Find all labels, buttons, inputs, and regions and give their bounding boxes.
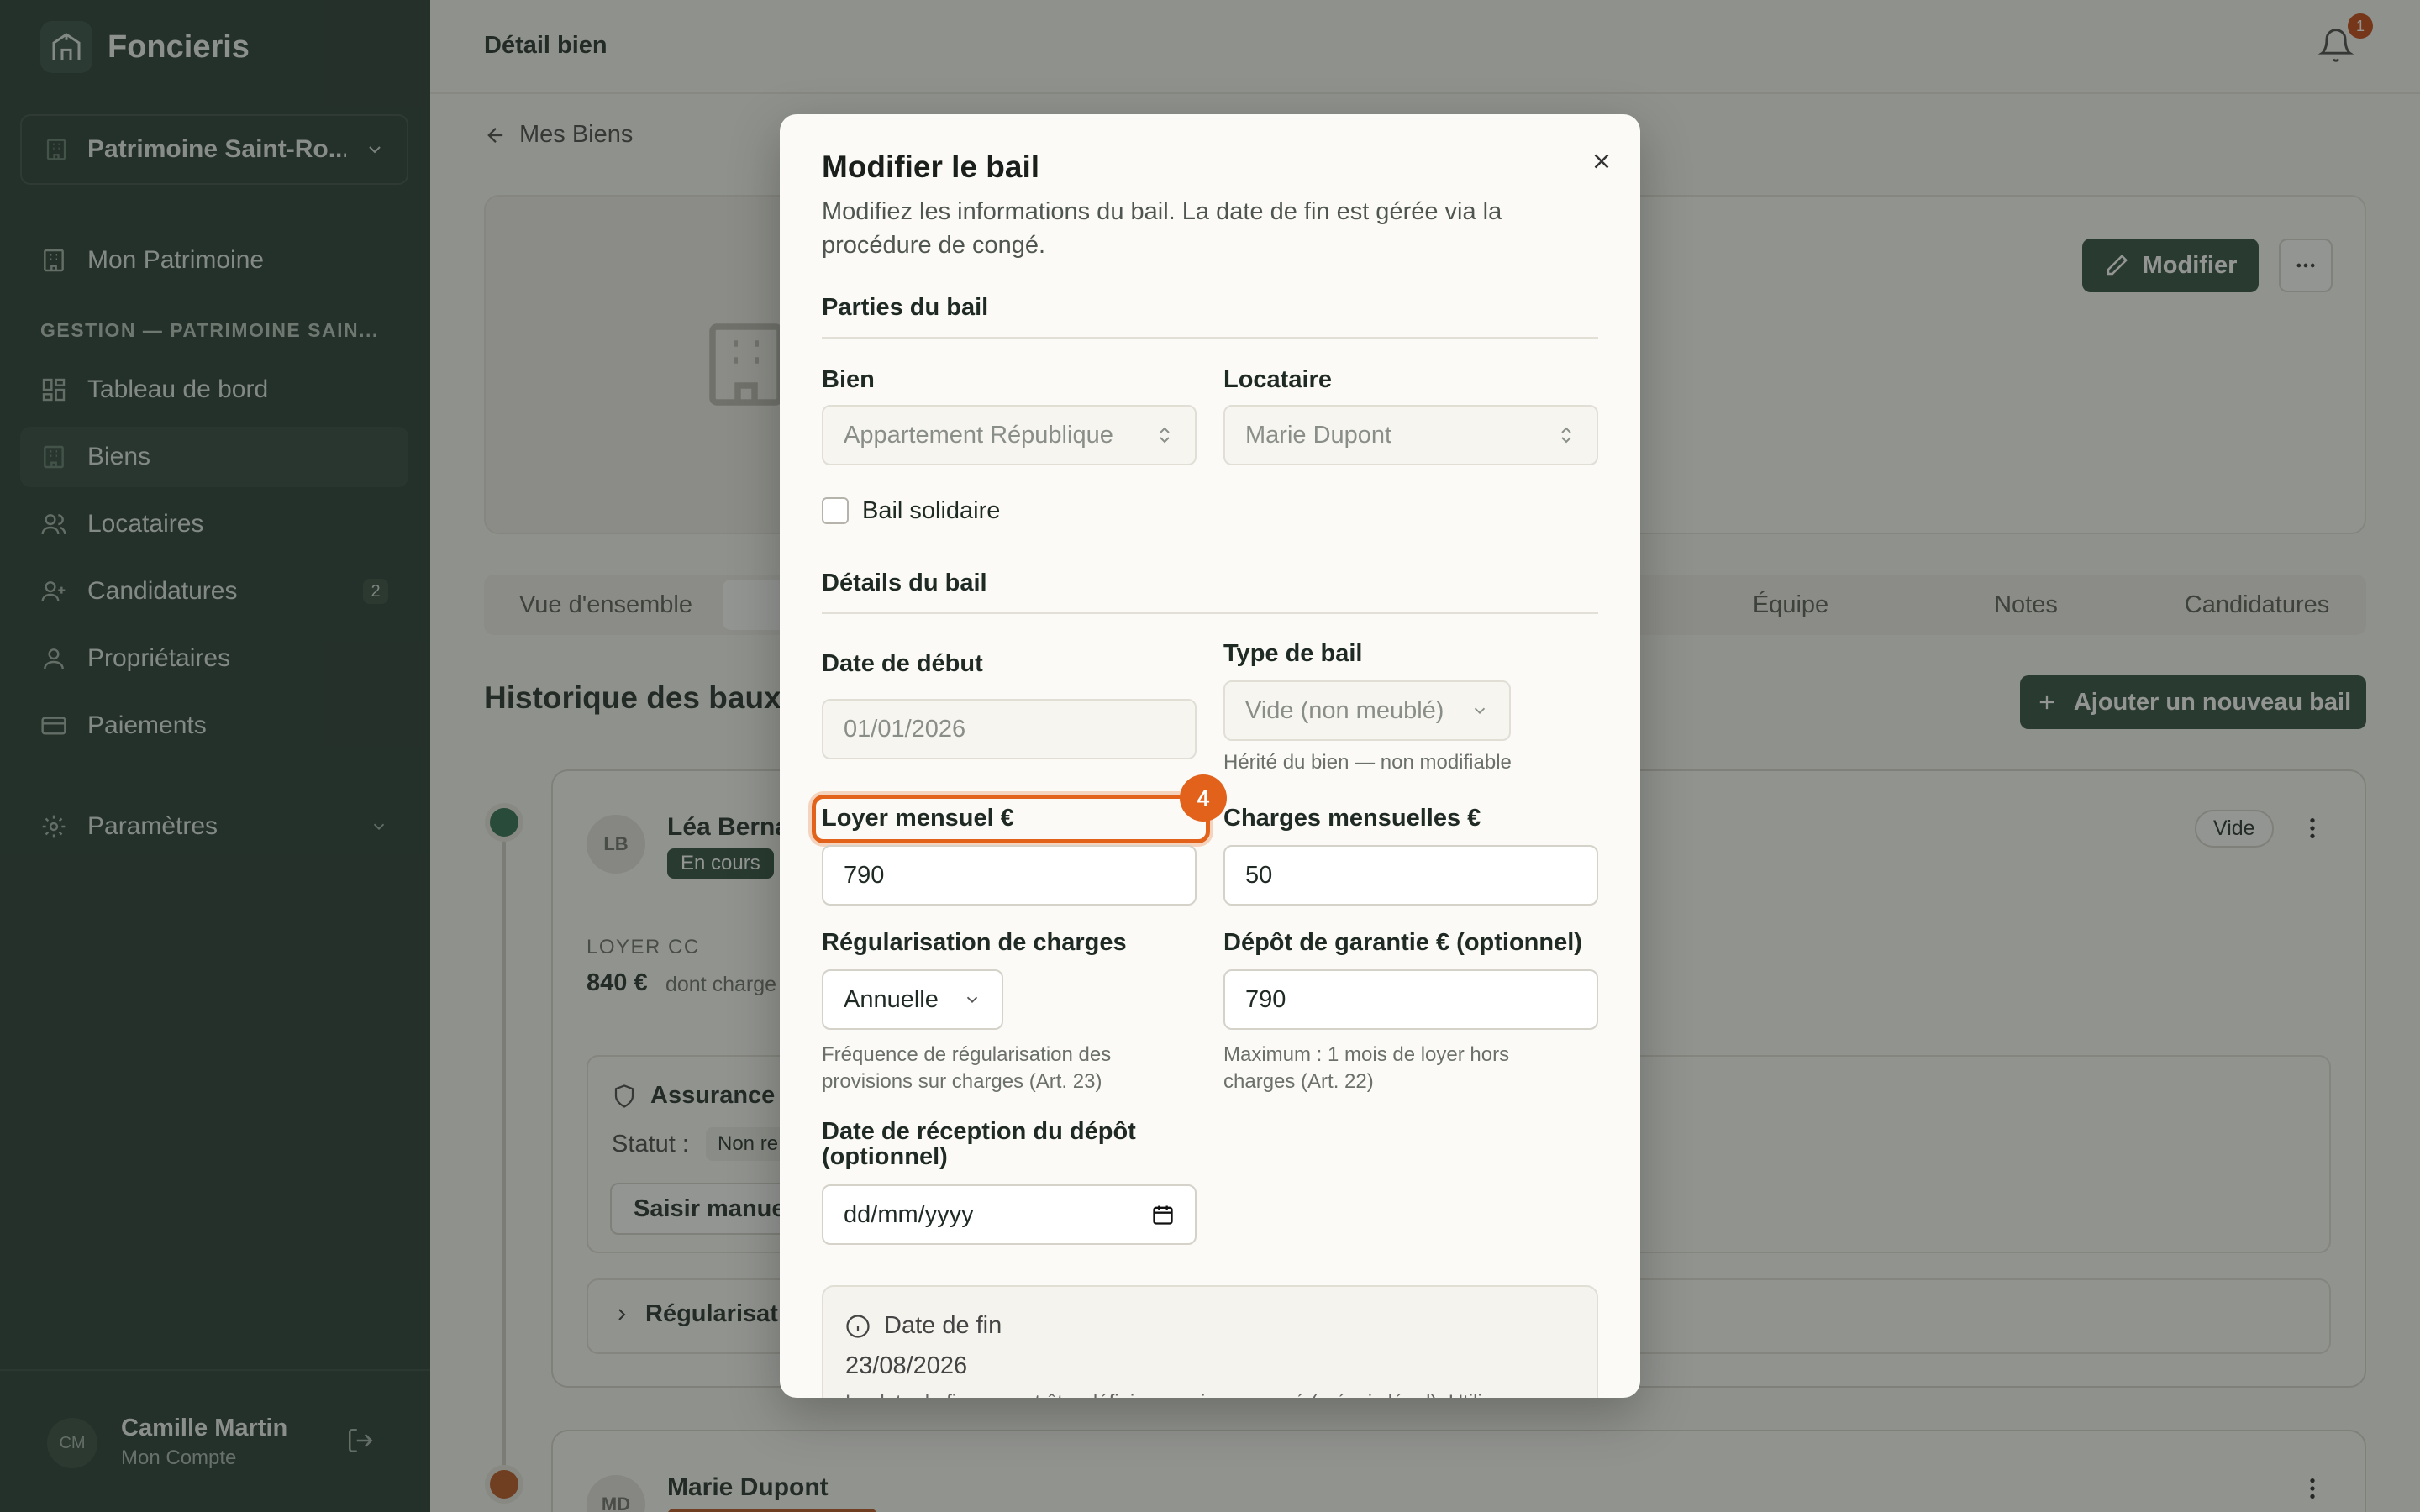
type-bail-value: Vide (non meublé) (1245, 696, 1444, 724)
charges-label: Charges mensuelles € (1223, 805, 1481, 832)
type-bail-label: Type de bail (1223, 640, 1363, 667)
dialog-title: Modifier le bail (822, 150, 1040, 184)
end-date-value: 23/08/2026 (845, 1352, 968, 1379)
bail-solidaire-checkbox[interactable] (822, 497, 849, 524)
charges-value: 50 (1245, 861, 1273, 889)
bail-solidaire-label: Bail solidaire (862, 497, 1001, 524)
chevron-up-down-icon (1160, 427, 1170, 444)
loyer-label: Loyer mensuel € (822, 805, 1014, 832)
depot-input[interactable]: 790 (1223, 969, 1598, 1030)
dialog-description: Modifiez les informations du bail. La da… (822, 198, 1502, 259)
section-heading: Parties du bail (822, 294, 1598, 339)
bien-label: Bien (822, 366, 875, 393)
type-bail-select[interactable]: Vide (non meublé) (1223, 680, 1511, 741)
end-date-heading: Date de fin (845, 1312, 1002, 1340)
bien-value: Appartement République (844, 421, 1113, 449)
chevron-down-icon (966, 996, 978, 1004)
date-debut-input[interactable]: 01/01/2026 (822, 699, 1197, 759)
type-bail-help: Hérité du bien — non modifiable (1223, 751, 1512, 774)
date-debut-value: 01/01/2026 (844, 715, 966, 743)
end-date-note: La date de fin ne peut être définie que … (845, 1391, 1513, 1398)
regularisation-select[interactable]: Annuelle (822, 969, 1003, 1030)
chevron-down-icon (1474, 707, 1486, 715)
close-icon[interactable] (1585, 144, 1618, 178)
depot-help: Maximum : 1 mois de loyer hors charges (… (1223, 1043, 1510, 1093)
depot-label: Dépôt de garantie € (optionnel) (1223, 929, 1582, 956)
bien-select[interactable]: Appartement République (822, 405, 1197, 465)
step-badge: 4 (1180, 774, 1227, 822)
regularisation-value: Annuelle (844, 985, 939, 1013)
section-heading: Détails du bail (822, 570, 1598, 614)
info-icon (846, 1314, 870, 1338)
end-date-info-box: Date de fin 23/08/2026 La date de fin ne… (822, 1285, 1598, 1398)
end-date-label: Date de fin (884, 1312, 1002, 1339)
charges-input[interactable]: 50 (1223, 845, 1598, 906)
reception-date-input[interactable]: dd/mm/yyyy (822, 1184, 1197, 1245)
regularisation-help: Fréquence de régularisation des provisio… (822, 1043, 1112, 1093)
reception-placeholder: dd/mm/yyyy (844, 1200, 974, 1228)
regularisation-label: Régularisation de charges (822, 929, 1127, 956)
depot-value: 790 (1245, 985, 1286, 1013)
locataire-select[interactable]: Marie Dupont (1223, 405, 1598, 465)
locataire-label: Locataire (1223, 366, 1332, 393)
locataire-value: Marie Dupont (1245, 421, 1392, 449)
loyer-input[interactable]: 790 (822, 845, 1197, 906)
edit-lease-dialog: Modifier le bail Modifiez les informatio… (780, 114, 1640, 1398)
loyer-value: 790 (844, 861, 885, 889)
date-debut-label: Date de début (822, 650, 983, 677)
chevron-up-down-icon (1561, 427, 1571, 444)
reception-label: Date de réception du dépôt (optionnel) (822, 1118, 1136, 1170)
calendar-icon (1153, 1205, 1173, 1225)
